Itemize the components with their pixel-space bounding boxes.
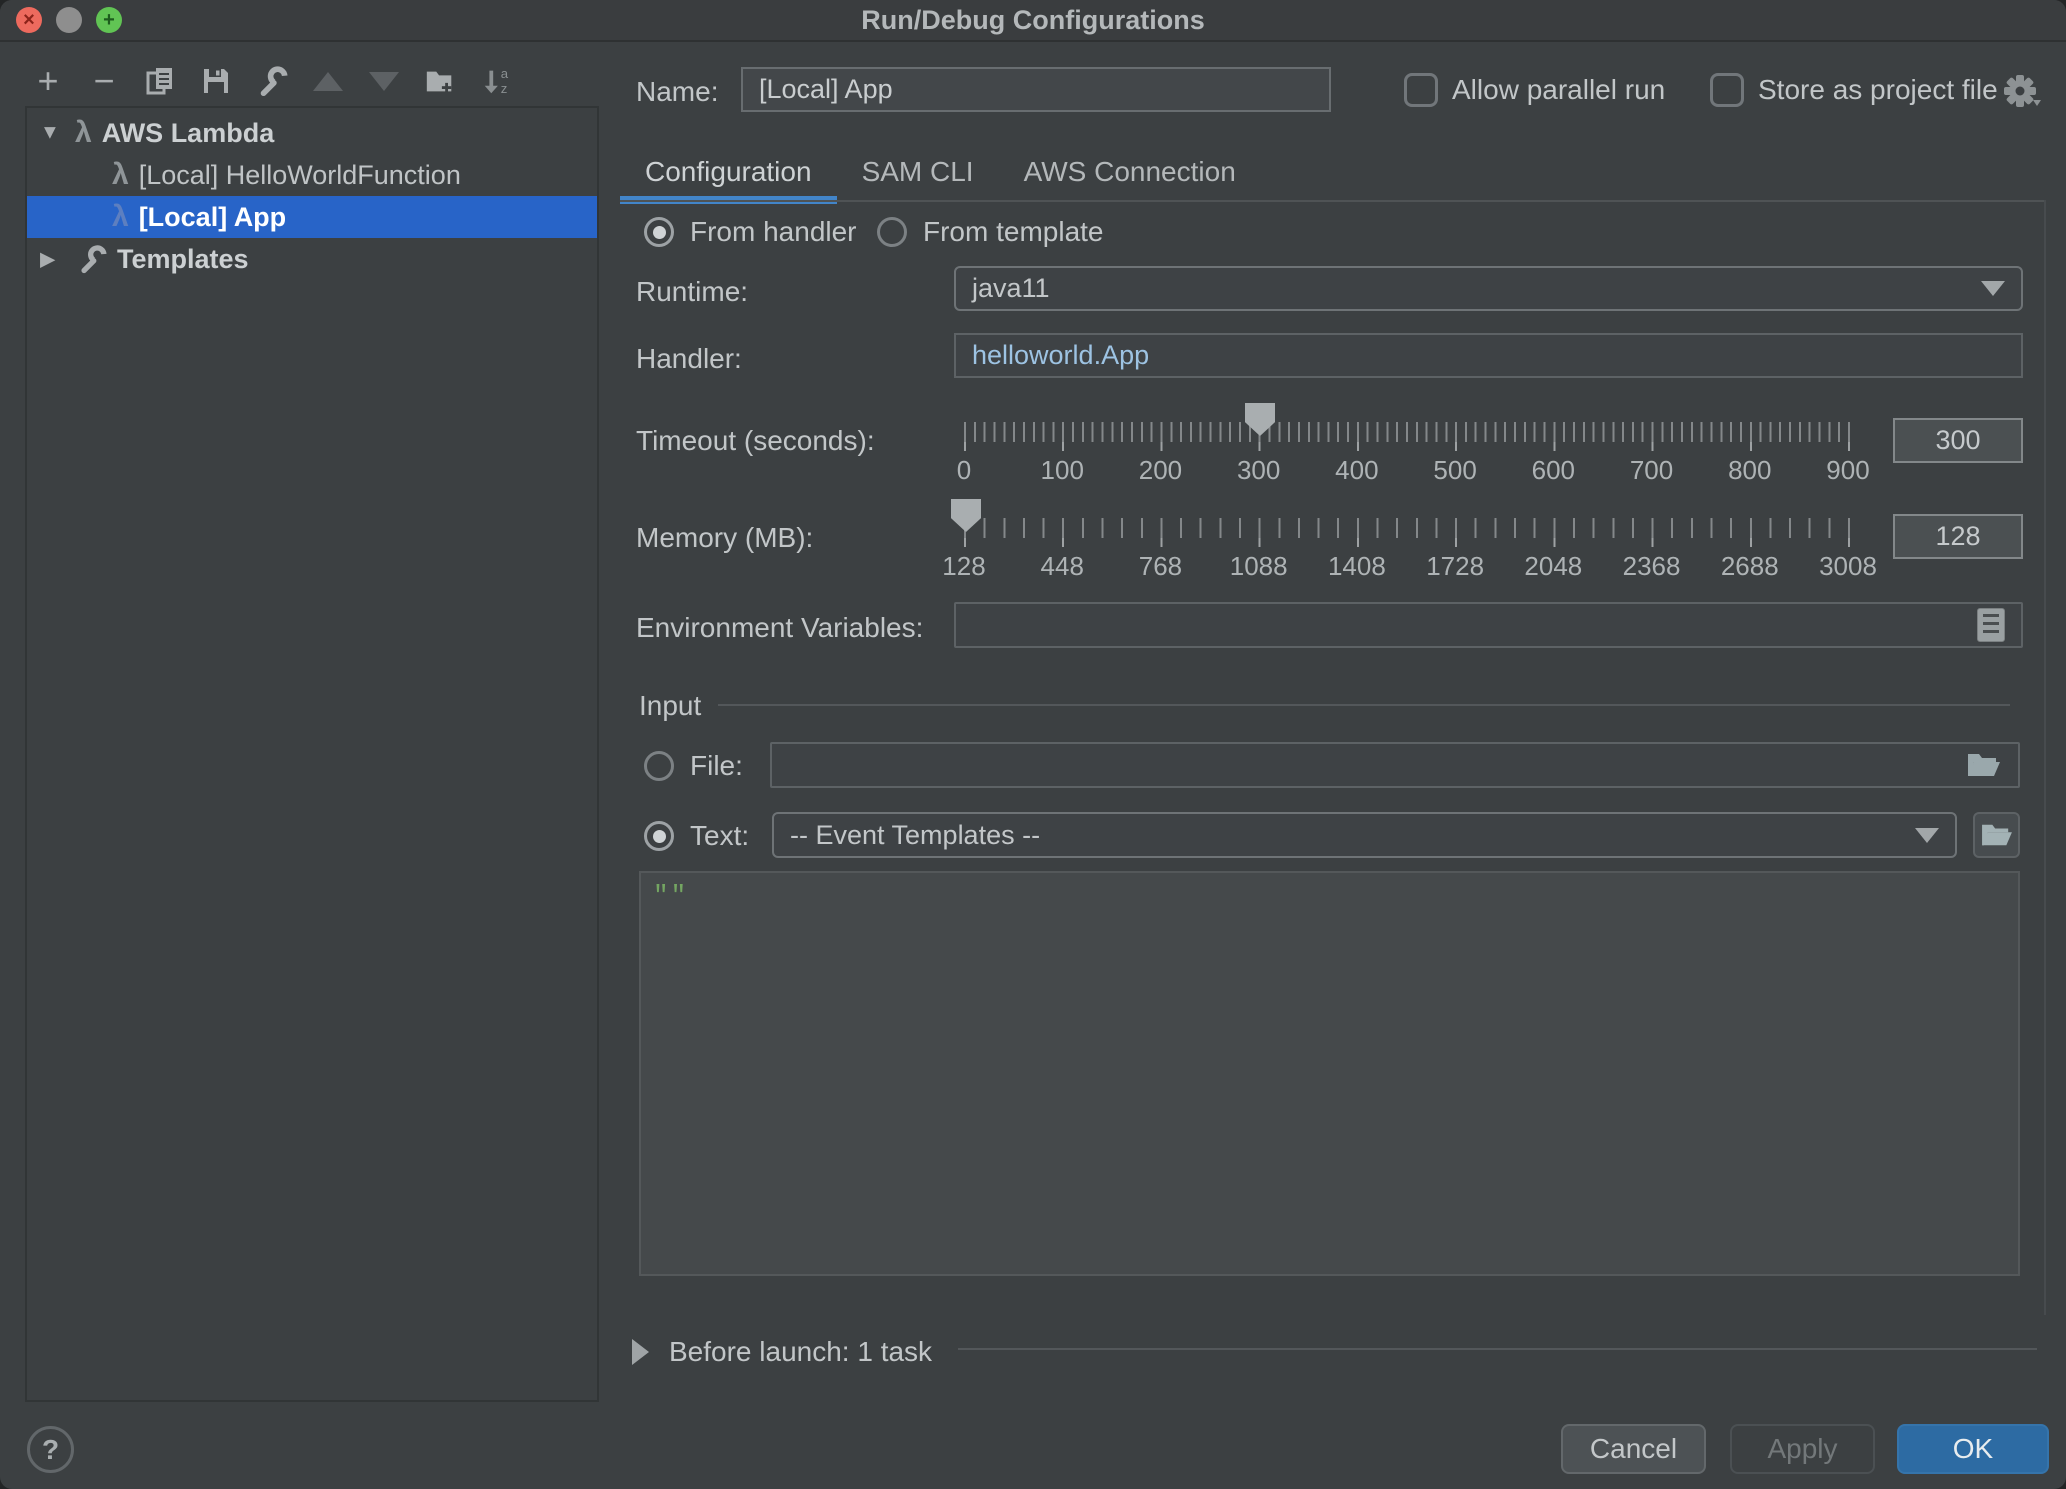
titlebar[interactable]: × + Run/Debug Configurations <box>0 0 2066 42</box>
timeout-label: Timeout (seconds): <box>636 425 875 457</box>
tree-item-templates[interactable]: ▶ Templates <box>27 238 597 280</box>
event-templates-value: -- Event Templates -- <box>790 820 1040 851</box>
tree-item-local-app[interactable]: λ [Local] App <box>27 196 597 238</box>
tree-item-aws-lambda[interactable]: ▼ λ AWS Lambda <box>27 112 597 154</box>
timeout-value-field[interactable]: 300 <box>1893 418 2023 463</box>
tab-configuration[interactable]: Configuration <box>620 146 837 198</box>
text-option: Text: <box>644 820 749 852</box>
runtime-label: Runtime: <box>636 276 748 308</box>
text-radio[interactable] <box>644 821 674 851</box>
event-templates-select[interactable]: -- Event Templates -- <box>772 812 1957 858</box>
svg-text:a: a <box>501 66 509 81</box>
from-template-option: From template <box>877 216 1104 248</box>
before-launch-row[interactable]: Before launch: 1 task <box>632 1336 932 1368</box>
config-tabs: Configuration SAM CLI AWS Connection <box>620 146 1261 198</box>
name-input[interactable] <box>741 67 1331 112</box>
expand-arrow-icon[interactable] <box>632 1339 649 1365</box>
from-template-radio[interactable] <box>877 217 907 247</box>
new-folder-icon[interactable] <box>424 65 456 97</box>
allow-parallel-run-checkbox[interactable] <box>1404 73 1438 107</box>
input-section-label: Input <box>639 690 701 722</box>
store-as-project-file-checkbox[interactable] <box>1710 73 1744 107</box>
from-handler-option: From handler <box>644 216 857 248</box>
input-section-line <box>718 704 2010 706</box>
editor-text: "" <box>653 881 688 911</box>
window-controls: × + <box>16 7 122 33</box>
chevron-down-icon <box>1915 828 1939 843</box>
move-up-icon[interactable] <box>312 65 344 97</box>
expand-arrow-icon[interactable]: ▶ <box>40 247 60 272</box>
open-event-file-button[interactable] <box>1973 812 2020 858</box>
tree-item-helloworldfunction[interactable]: λ [Local] HelloWorldFunction <box>27 154 597 196</box>
store-options-gear-icon[interactable] <box>2002 73 2042 116</box>
zoom-window-button[interactable]: + <box>96 7 122 33</box>
file-option: File: <box>644 750 743 782</box>
sort-alphabetically-icon[interactable]: az <box>480 65 512 97</box>
tab-aws-connection[interactable]: AWS Connection <box>999 146 1261 198</box>
environment-variables-field[interactable] <box>954 602 2023 648</box>
aws-lambda-icon: λ <box>75 118 92 148</box>
browse-list-icon[interactable] <box>1977 608 2005 642</box>
chevron-down-icon <box>1981 281 2005 296</box>
templates-wrench-icon <box>77 244 107 274</box>
close-window-button[interactable]: × <box>16 7 42 33</box>
folder-icon <box>1980 821 2014 849</box>
tab-sam-cli[interactable]: SAM CLI <box>837 146 999 198</box>
tabs-separator <box>620 200 2045 202</box>
event-text-editor[interactable]: "" <box>639 871 2020 1276</box>
timeout-tick-labels: 0100200300400500600700800900 <box>964 455 1850 485</box>
configurations-toolbar: + − az <box>32 62 512 100</box>
minimize-window-button[interactable] <box>56 7 82 33</box>
run-debug-configurations-dialog: × + Run/Debug Configurations + − az ▼ <box>0 0 2066 1489</box>
ok-button[interactable]: OK <box>1897 1424 2049 1474</box>
handler-label: Handler: <box>636 343 742 375</box>
aws-lambda-icon: λ <box>112 202 129 232</box>
aws-lambda-icon: λ <box>112 160 129 190</box>
save-icon[interactable] <box>200 65 232 97</box>
help-button[interactable]: ? <box>27 1426 74 1473</box>
configurations-tree: ▼ λ AWS Lambda λ [Local] HelloWorldFunct… <box>25 106 599 1402</box>
store-as-project-file-option: Store as project file <box>1710 73 1998 107</box>
apply-button[interactable]: Apply <box>1730 1424 1875 1474</box>
svg-text:z: z <box>501 81 508 96</box>
cancel-button[interactable]: Cancel <box>1561 1424 1706 1474</box>
remove-icon[interactable]: − <box>88 65 120 97</box>
allow-parallel-run-option: Allow parallel run <box>1404 73 1665 107</box>
memory-value-field[interactable]: 128 <box>1893 514 2023 559</box>
runtime-value: java11 <box>972 273 1050 304</box>
file-path-field[interactable] <box>770 742 2020 788</box>
from-handler-radio[interactable] <box>644 217 674 247</box>
memory-tick-labels: 1284487681088140817282048236826883008 <box>964 551 1850 581</box>
move-down-icon[interactable] <box>368 65 400 97</box>
before-launch-line <box>958 1348 2037 1350</box>
handler-input[interactable] <box>954 333 2023 378</box>
file-radio[interactable] <box>644 751 674 781</box>
folder-icon[interactable] <box>1966 750 2002 780</box>
memory-label: Memory (MB): <box>636 522 813 554</box>
runtime-select[interactable]: java11 <box>954 266 2023 311</box>
copy-icon[interactable] <box>144 65 176 97</box>
edit-defaults-wrench-icon[interactable] <box>256 65 288 97</box>
environment-variables-label: Environment Variables: <box>636 612 923 644</box>
name-label: Name: <box>636 76 718 108</box>
collapse-arrow-icon[interactable]: ▼ <box>40 122 60 145</box>
add-icon[interactable]: + <box>32 65 64 97</box>
content-panel-border <box>2044 200 2046 1315</box>
dialog-title: Run/Debug Configurations <box>861 5 1204 36</box>
